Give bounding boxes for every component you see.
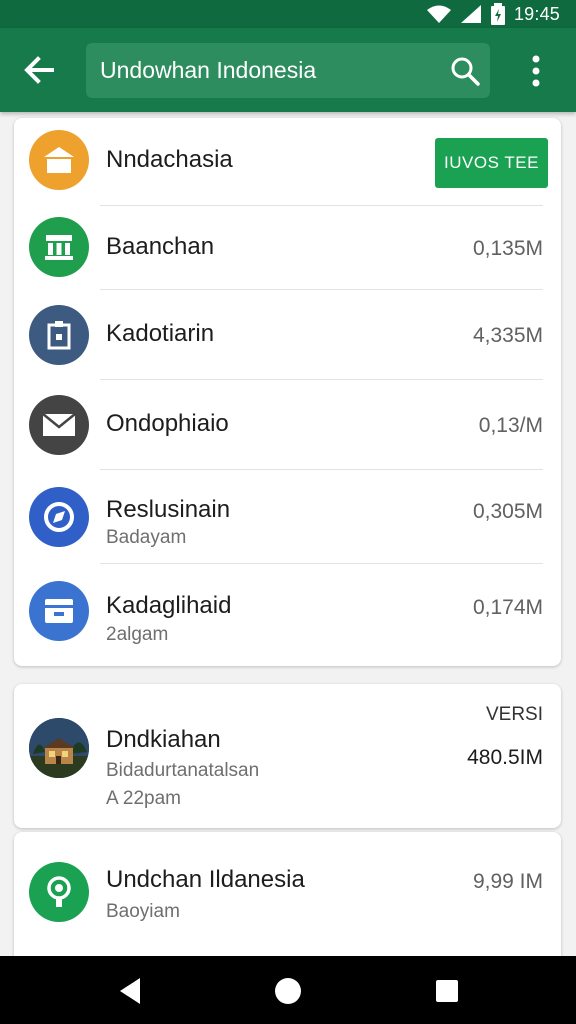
item-title: Kadaglihaid	[106, 592, 232, 619]
search-input-value[interactable]: Undowhan Indonesia	[100, 43, 316, 98]
featured-size: 480.5IM	[467, 746, 543, 769]
nav-home-button[interactable]	[271, 974, 305, 1008]
item-size: 4,335M	[472, 324, 543, 347]
clipboard-icon	[29, 305, 89, 365]
item-size: 9,99 IM	[472, 870, 543, 893]
status-icons: 19:45	[426, 3, 560, 25]
item-subtitle: Badayam	[106, 527, 187, 548]
compass-icon	[29, 487, 89, 547]
inbox-icon	[29, 581, 89, 641]
update-button[interactable]: IUVOS TEE	[435, 138, 548, 188]
list-item[interactable]: Kadotiarin 4,335M	[14, 290, 561, 380]
list-item[interactable]: Baanchan 0,135M	[14, 206, 561, 290]
back-button[interactable]	[22, 54, 58, 86]
home-icon	[29, 130, 89, 190]
home-circle-icon	[275, 978, 301, 1004]
app-bar: Undowhan Indonesia	[0, 28, 576, 112]
status-time: 19:45	[513, 3, 560, 24]
search-icon[interactable]	[450, 56, 480, 86]
app-list-card: Nndachasia IUVOS TEE Baanchan 0,135M Kad…	[14, 118, 561, 666]
item-title: Baanchan	[106, 233, 215, 260]
app-card[interactable]: Undchan Ildanesia Baoyiam 9,99 IM	[14, 832, 561, 972]
item-size: 0,174M	[472, 596, 543, 619]
mail-icon	[29, 395, 89, 455]
status-bar: 19:45	[0, 0, 576, 28]
signal-icon	[460, 5, 481, 23]
location-icon	[29, 862, 89, 922]
item-size: 0,305M	[472, 500, 543, 523]
house-thumbnail	[29, 718, 89, 778]
search-field[interactable]: Undowhan Indonesia	[86, 43, 490, 98]
wifi-icon	[426, 5, 451, 23]
item-title: Nndachasia	[106, 146, 233, 173]
item-subtitle: Baoyiam	[106, 901, 180, 922]
item-title: Undchan Ildanesia	[106, 866, 305, 893]
nav-back-button[interactable]	[114, 974, 148, 1008]
battery-icon	[490, 3, 505, 25]
overflow-menu-button[interactable]	[522, 54, 550, 88]
arrow-back-icon	[24, 56, 54, 84]
item-size: 0,13/M	[478, 414, 543, 437]
list-item[interactable]: Reslusinain Badayam 0,305M	[14, 470, 561, 564]
featured-title: Dndkiahan	[106, 726, 221, 753]
item-subtitle: 2algam	[106, 624, 169, 645]
more-vert-icon	[532, 55, 540, 87]
featured-app-card[interactable]: Dndkiahan Bidadurtanatalsan A 22pam VERS…	[14, 684, 561, 828]
bank-icon	[29, 217, 89, 277]
item-size: 0,135M	[472, 237, 543, 260]
list-item[interactable]: Kadaglihaid 2algam 0,174M	[14, 564, 561, 666]
recents-icon	[436, 980, 458, 1002]
system-nav-bar	[0, 956, 576, 1024]
version-label: VERSI	[485, 704, 543, 725]
list-item[interactable]: Nndachasia IUVOS TEE	[14, 118, 561, 206]
nav-recents-button[interactable]	[430, 974, 464, 1008]
item-title: Reslusinain	[106, 496, 231, 523]
item-title: Ondophiaio	[106, 410, 229, 437]
item-title: Kadotiarin	[106, 320, 215, 347]
list-item[interactable]: Ondophiaio 0,13/M	[14, 380, 561, 470]
featured-time: A 22pam	[106, 788, 181, 809]
featured-subtitle: Bidadurtanatalsan	[106, 760, 260, 781]
back-icon	[120, 978, 140, 1004]
